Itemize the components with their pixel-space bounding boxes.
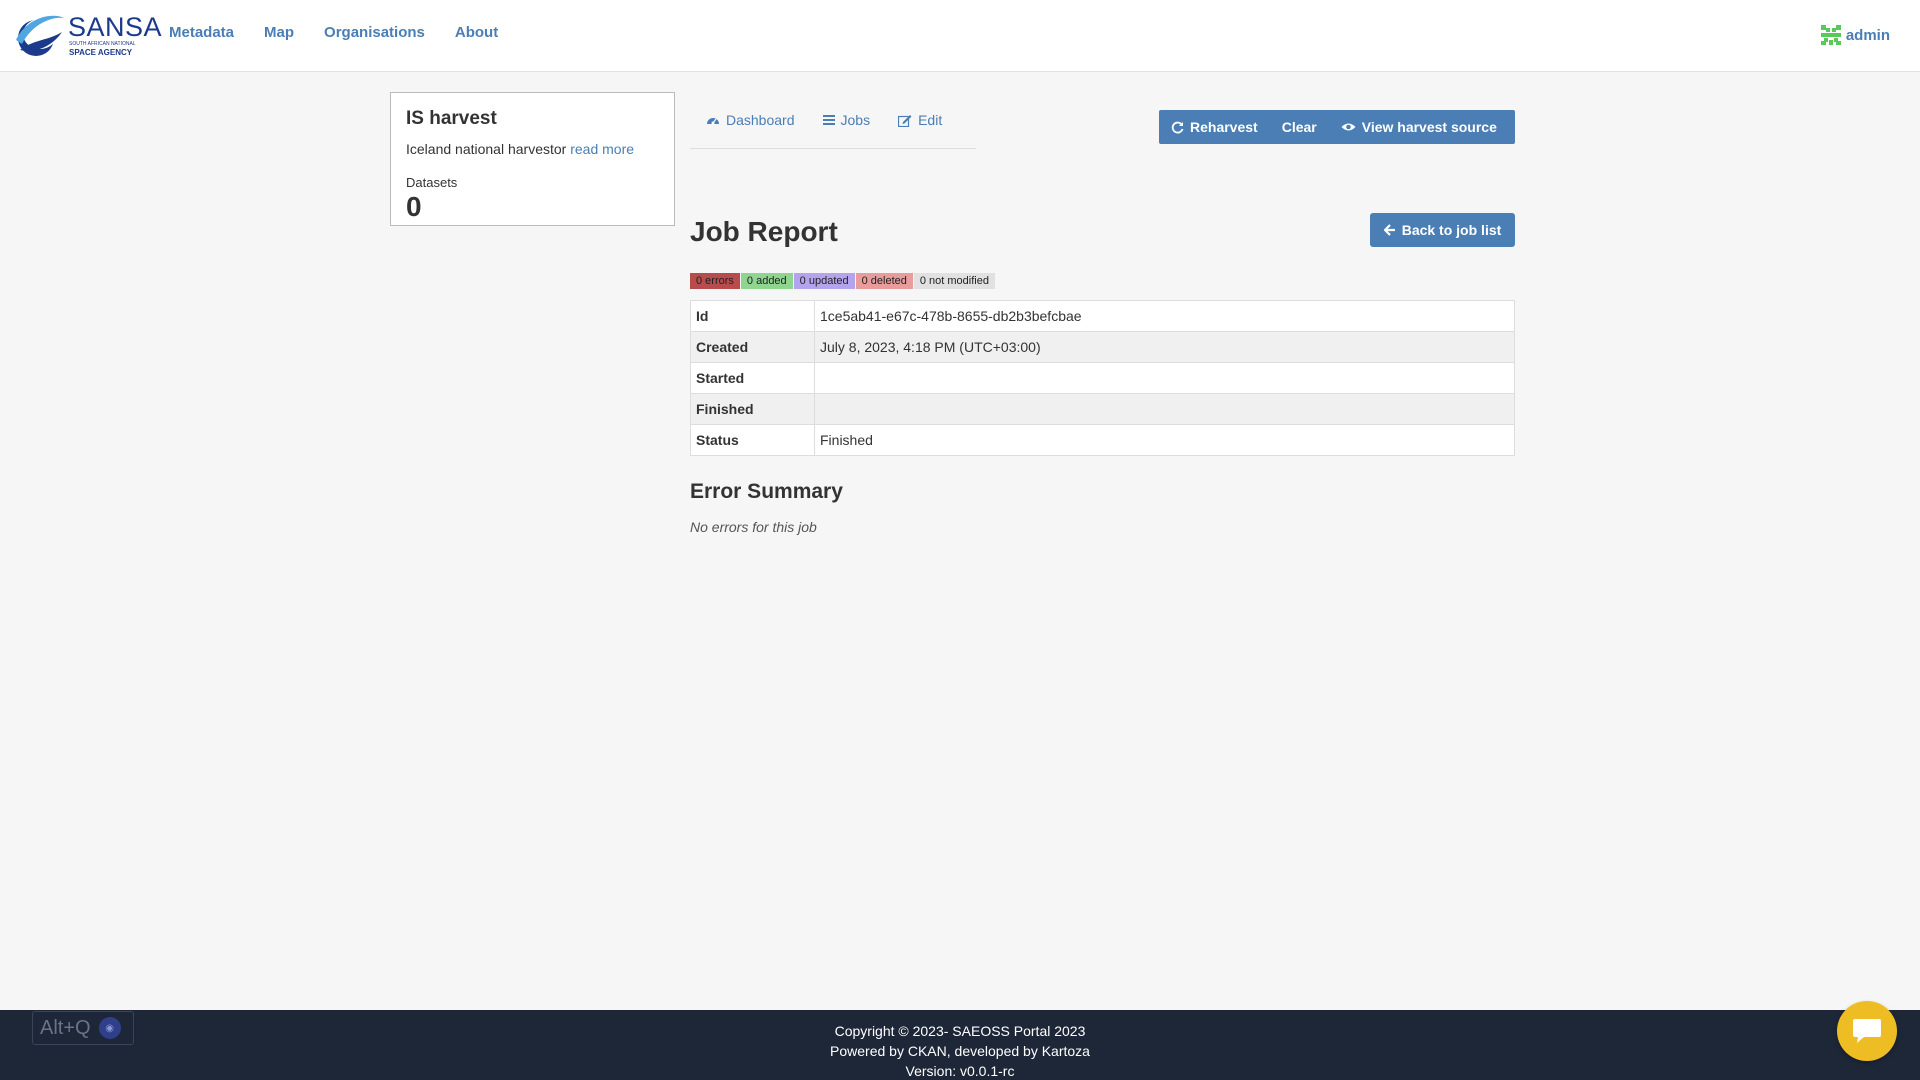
site-header: SANSA SOUTH AFRICAN NATIONAL SPACE AGENC…	[0, 0, 1920, 72]
read-more-link[interactable]: read more	[570, 141, 634, 157]
sansa-logo[interactable]: SANSA SOUTH AFRICAN NATIONAL SPACE AGENC…	[14, 10, 162, 60]
tab-jobs-label: Jobs	[840, 112, 871, 128]
job-stats-badges: 0 errors 0 added 0 updated 0 deleted 0 n…	[690, 273, 996, 289]
datasets-label: Datasets	[406, 175, 458, 190]
nav-item-organisations[interactable]: Organisations	[324, 24, 425, 41]
shortcut-label: Alt+Q	[40, 1016, 91, 1039]
tab-edit-label: Edit	[918, 112, 943, 128]
source-description-text: Iceland national harvestor	[406, 141, 567, 157]
table-row: Created July 8, 2023, 4:18 PM (UTC+03:00…	[690, 331, 1515, 363]
user-menu[interactable]: admin	[1819, 24, 1890, 46]
view-harvest-source-button[interactable]: View harvest source	[1329, 110, 1509, 144]
row-key-started: Started	[690, 362, 815, 394]
tab-edit[interactable]: Edit	[898, 112, 942, 148]
row-key-finished: Finished	[690, 393, 815, 425]
table-row: Started	[690, 362, 1515, 394]
deleted-badge: 0 deleted	[855, 273, 913, 289]
row-value-id: 1ce5ab41-e67c-478b-8655-db2b3befcbae	[814, 300, 1515, 332]
shortcut-widget[interactable]: Alt+Q ◉	[32, 1011, 134, 1045]
table-row: Finished	[690, 393, 1515, 425]
row-key-created: Created	[690, 331, 815, 363]
error-summary-title: Error Summary	[690, 480, 843, 503]
errors-badge: 0 errors	[690, 273, 740, 289]
logo-subtitle-line2: SPACE AGENCY	[69, 48, 133, 57]
chat-bubble-icon	[1853, 1019, 1881, 1043]
view-harvest-source-label: View harvest source	[1361, 119, 1497, 135]
row-key-status: Status	[690, 424, 815, 456]
reharvest-button[interactable]: Reharvest	[1159, 110, 1270, 144]
nav-item-about[interactable]: About	[455, 24, 498, 41]
clear-button[interactable]: Clear	[1270, 110, 1329, 144]
source-title: IS harvest	[406, 108, 497, 129]
voice-icon: ◉	[98, 1017, 121, 1039]
main-nav: Metadata Map Organisations About	[169, 24, 528, 41]
list-icon	[822, 115, 835, 125]
eye-icon	[1341, 123, 1356, 131]
added-badge: 0 added	[740, 273, 793, 289]
nav-item-map[interactable]: Map	[264, 24, 294, 41]
job-details-table: Id 1ce5ab41-e67c-478b-8655-db2b3befcbae …	[690, 300, 1515, 456]
chat-button[interactable]	[1837, 1001, 1897, 1061]
error-summary-message: No errors for this job	[690, 519, 817, 535]
reharvest-label: Reharvest	[1190, 119, 1258, 135]
footer-copyright: Copyright © 2023- SAEOSS Portal 2023	[834, 1023, 1086, 1039]
datasets-count: 0	[406, 191, 422, 222]
harvest-source-card: IS harvest Iceland national harvestor re…	[390, 92, 675, 226]
user-name: admin	[1845, 26, 1890, 44]
page-title: Job Report	[690, 216, 838, 247]
logo-wordmark: SANSA	[68, 12, 163, 42]
table-row: Status Finished	[690, 424, 1515, 456]
row-key-id: Id	[690, 300, 815, 332]
updated-badge: 0 updated	[793, 273, 855, 289]
arrow-left-icon	[1383, 224, 1395, 236]
tab-dashboard[interactable]: Dashboard	[706, 112, 795, 148]
footer-version: Version: v0.0.1-rc	[905, 1063, 1015, 1079]
harvest-tabs: Dashboard Jobs Edit	[690, 112, 976, 149]
row-value-created: July 8, 2023, 4:18 PM (UTC+03:00)	[814, 331, 1515, 363]
harvest-actions: Reharvest Clear View harvest source	[1159, 110, 1515, 144]
row-value-started	[814, 362, 1515, 394]
row-value-finished	[814, 393, 1515, 425]
tab-dashboard-label: Dashboard	[726, 112, 795, 128]
site-footer: Copyright © 2023- SAEOSS Portal 2023 Pow…	[0, 1010, 1920, 1080]
edit-icon	[898, 115, 912, 127]
logo-subtitle-line1: SOUTH AFRICAN NATIONAL	[69, 41, 136, 47]
back-to-job-list-button[interactable]: Back to job list	[1370, 213, 1515, 247]
dashboard-icon	[707, 118, 719, 125]
sansa-swoosh-icon	[16, 15, 64, 56]
source-description: Iceland national harvestor read more	[406, 141, 659, 157]
footer-powered-by: Powered by CKAN, developed by Kartoza	[830, 1043, 1090, 1059]
nav-item-metadata[interactable]: Metadata	[169, 24, 234, 41]
tab-jobs[interactable]: Jobs	[822, 112, 871, 148]
refresh-icon	[1171, 121, 1184, 133]
table-row: Id 1ce5ab41-e67c-478b-8655-db2b3befcbae	[690, 300, 1515, 332]
row-value-status: Finished	[814, 424, 1515, 456]
not-modified-badge: 0 not modified	[913, 273, 995, 289]
back-to-job-list-label: Back to job list	[1401, 222, 1502, 238]
user-avatar-icon	[1819, 24, 1842, 46]
